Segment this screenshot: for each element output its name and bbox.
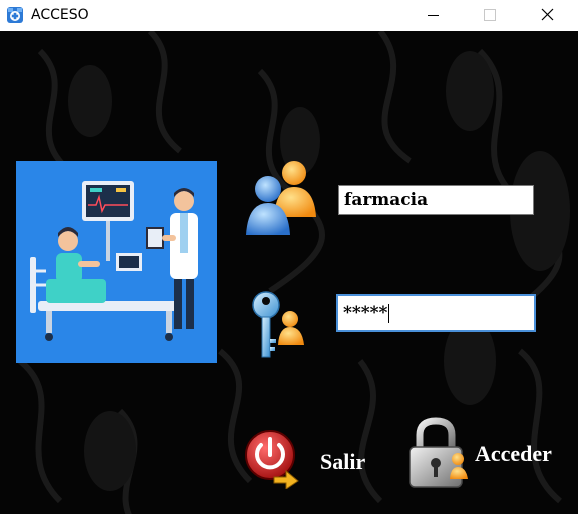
password-mask: ***** [343, 303, 388, 323]
password-input[interactable]: ***** [336, 294, 536, 332]
exit-label[interactable]: Salir [320, 449, 365, 475]
maximize-button[interactable] [466, 0, 512, 31]
username-input[interactable]: farmacia [338, 185, 534, 215]
padlock-icon[interactable] [406, 417, 470, 489]
close-icon [541, 8, 554, 21]
medical-cross-icon [7, 7, 23, 23]
maximize-icon [484, 9, 496, 21]
power-icon[interactable] [244, 429, 300, 489]
hospital-illustration [16, 161, 217, 363]
users-icon [246, 161, 316, 235]
close-button[interactable] [524, 0, 570, 31]
login-label[interactable]: Acceder [475, 441, 552, 467]
key-user-icon [252, 291, 304, 358]
form-panel: farmacia ***** Salir Acceder [0, 31, 578, 514]
login-window: ACCESO farmacia ***** Salir Acceder [0, 0, 578, 514]
title-bar[interactable]: ACCESO [0, 0, 578, 31]
window-title: ACCESO [31, 7, 89, 23]
text-caret [388, 304, 390, 323]
minimize-button[interactable] [410, 0, 456, 31]
minimize-icon [428, 15, 439, 16]
